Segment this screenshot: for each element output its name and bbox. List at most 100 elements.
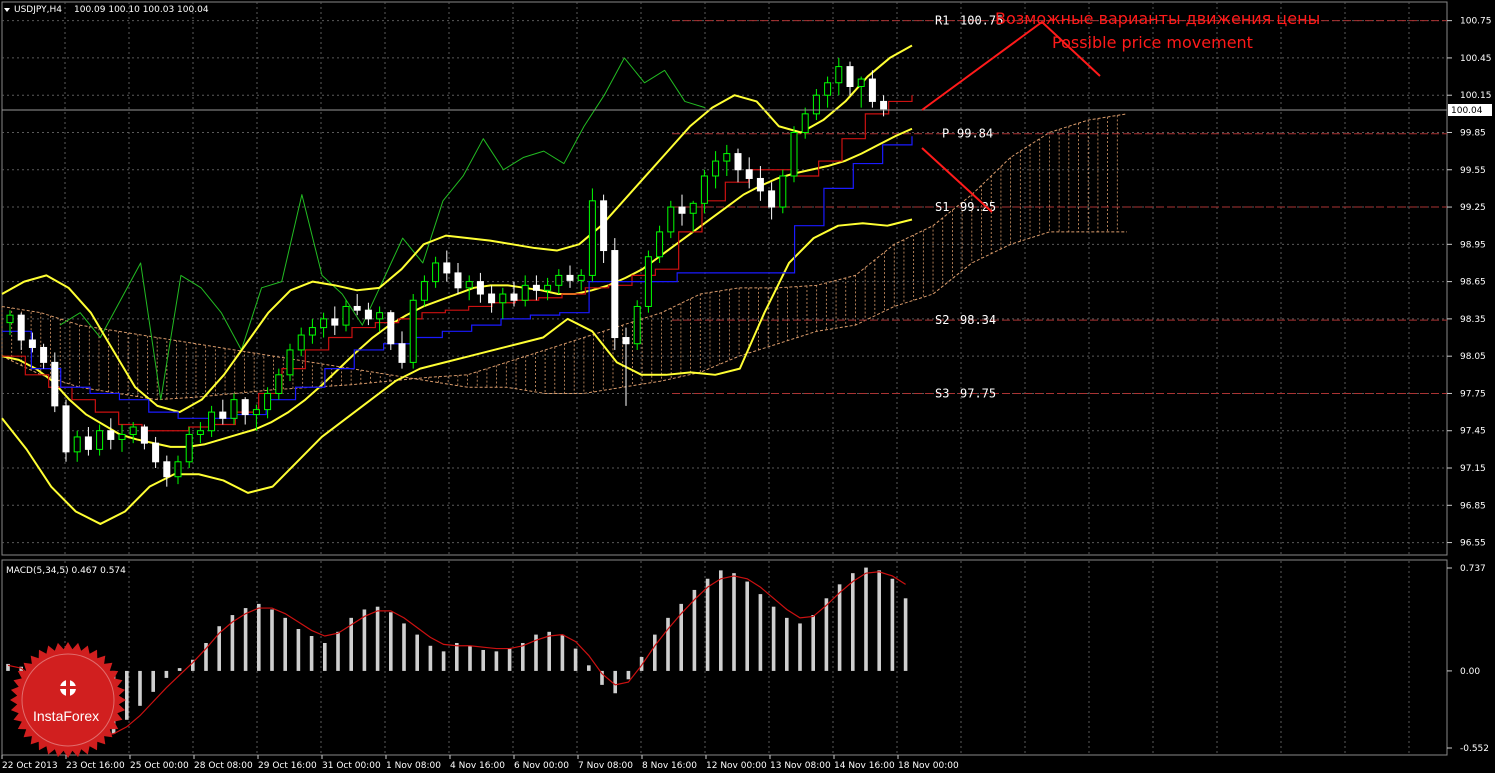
candle-bull (712, 160, 720, 177)
candle-bear (880, 100, 888, 110)
candle-bull (409, 299, 417, 363)
macd-bar (441, 651, 446, 671)
candle-bear (846, 66, 854, 88)
y-tick-label: 96.85 (1460, 501, 1486, 511)
candle-bear (51, 361, 59, 407)
candle-bear (17, 314, 25, 341)
macd-bar (177, 668, 182, 671)
candle-bull (252, 409, 260, 416)
macd-bar (785, 617, 789, 671)
candle-bull (588, 200, 596, 276)
candle-bull (465, 281, 473, 289)
macd-bar (851, 573, 855, 671)
macd-bar (864, 567, 868, 671)
candle-bull (196, 430, 204, 435)
pivot-value-p: 99.84 (957, 127, 993, 141)
candle-bull (857, 78, 865, 88)
current-price-value: 100.04 (1451, 106, 1483, 116)
candle-bear (28, 339, 36, 348)
chart-symbol: USDJPY,H4 (14, 5, 62, 15)
candle-bull (521, 284, 529, 301)
macd-bar (138, 670, 142, 706)
candle-bear (734, 153, 742, 171)
macd-bar (877, 570, 881, 671)
candle-bear (566, 274, 574, 281)
candle-bear (476, 281, 484, 295)
y-tick-label: 98.05 (1460, 352, 1486, 362)
candle-bear (152, 442, 160, 463)
macd-bar (626, 670, 631, 680)
macd-bar (270, 609, 274, 671)
y-tick-label: 99.25 (1460, 203, 1486, 213)
x-tick-label: 14 Nov 16:00 (834, 761, 895, 771)
pivot-label-p: P (942, 127, 949, 141)
macd-bar (283, 617, 287, 671)
y-tick-label: 98.95 (1460, 240, 1486, 250)
candle-bull (342, 305, 350, 326)
candle-bull (700, 175, 708, 204)
macd-bar (309, 636, 314, 671)
x-tick-label: 6 Nov 00:00 (514, 761, 569, 771)
candle-bull (667, 206, 675, 233)
candle-bear (387, 312, 395, 345)
y-tick-label: 97.75 (1460, 389, 1486, 399)
candle-bear (84, 436, 92, 450)
macd-bar (336, 631, 340, 671)
macd-bar (151, 670, 155, 692)
pivot-label-s3: S3 (935, 386, 949, 400)
candle-bear (140, 426, 148, 444)
candle-bear (454, 272, 462, 289)
candle-bull (118, 433, 126, 440)
macd-bar (455, 642, 459, 671)
macd-bar (705, 578, 710, 671)
candle-bull (812, 94, 820, 115)
candle-bull (129, 426, 137, 435)
candle-bear (241, 399, 249, 416)
macd-bar (653, 634, 657, 671)
annotation-en: Possible price movement (1052, 33, 1253, 52)
candle-bull (376, 312, 384, 320)
candle-bear (510, 293, 518, 301)
candle-bull (644, 256, 652, 307)
y-tick-label: 97.45 (1460, 427, 1486, 437)
candle-bear (219, 411, 227, 419)
candle-bear (611, 250, 619, 339)
macd-bar (323, 642, 327, 671)
candle-bear (678, 206, 686, 214)
macd-label: MACD(5,34,5) 0.467 0.574 (6, 566, 126, 576)
candle-bear (331, 318, 339, 326)
macd-tick-label: 0.00 (1460, 667, 1480, 677)
macd-bar (692, 589, 697, 671)
candle-bull (308, 327, 316, 336)
candle-bull (6, 314, 14, 324)
chart-ohlc: 100.09 100.10 100.03 100.04 (74, 5, 209, 15)
x-tick-label: 28 Oct 08:00 (194, 761, 253, 771)
x-tick-label: 12 Nov 00:00 (706, 761, 767, 771)
pivot-label-s2: S2 (935, 313, 949, 327)
macd-bar (732, 573, 736, 671)
y-tick-label: 96.55 (1460, 539, 1486, 549)
macd-bar (296, 629, 301, 671)
candle-bear (40, 346, 48, 363)
candle-bear (600, 200, 608, 252)
x-tick-label: 18 Nov 00:00 (898, 761, 959, 771)
x-tick-label: 8 Nov 16:00 (642, 761, 697, 771)
macd-bar (362, 609, 367, 671)
candle-bull (544, 284, 552, 291)
price-panel-frame (1, 1, 1448, 556)
y-tick-label: 100.45 (1460, 54, 1492, 64)
pivot-value-s2: 98.34 (960, 313, 996, 327)
macd-bar (745, 581, 749, 671)
macd-bar (811, 615, 815, 671)
macd-bar (521, 642, 525, 671)
time-axis: 22 Oct 2013 23 Oct 16:00 25 Oct 00:00 28 Oc… (1, 755, 959, 771)
macd-bar (824, 598, 829, 671)
pivot-label-s1: S1 (935, 200, 949, 214)
candle-bull (555, 274, 563, 286)
y-tick-label: 100.15 (1460, 91, 1492, 101)
candle-bull (320, 318, 328, 329)
macd-bar (257, 603, 261, 671)
macd-tick-label: 0.737 (1460, 564, 1486, 574)
macd-bar (389, 612, 393, 671)
candle-bull (420, 281, 428, 301)
